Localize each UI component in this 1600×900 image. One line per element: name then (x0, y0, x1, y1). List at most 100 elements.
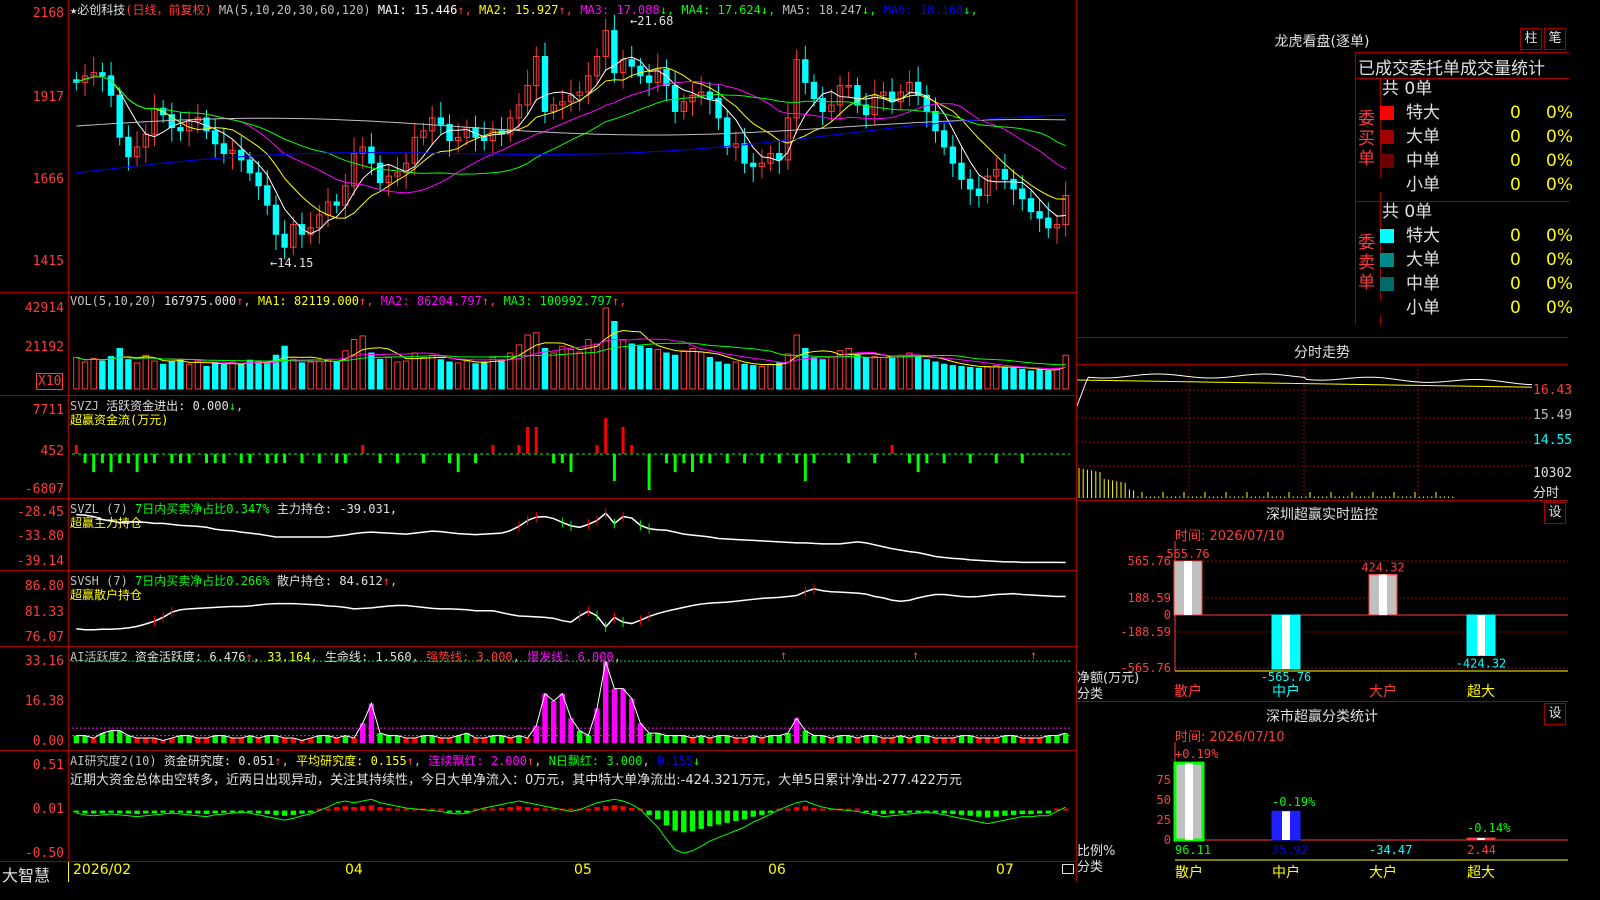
x-label: 06 (768, 862, 786, 878)
sz-stats-cat-label: 分类 (1077, 860, 1104, 875)
stats-value: 96.11 (1175, 843, 1211, 857)
monitor-bar-shine (1282, 615, 1290, 669)
order-count: 0 (1510, 274, 1521, 294)
volume-bar (819, 359, 826, 390)
volume-bar (1053, 367, 1061, 390)
volume-bar (784, 353, 792, 390)
order-row: 中单 0 0% (1380, 272, 1573, 296)
ai-research-chart[interactable] (0, 751, 1076, 861)
stats-category: 大户 (1369, 864, 1397, 881)
sz-monitor-panel[interactable]: 深圳超赢实时监控 设 时间: 2026/07/10 565.76 188.59 0-… (1077, 501, 1568, 702)
research-bar (438, 808, 444, 811)
sz-stats-chart[interactable]: 75 50 25 0 +0.19% -0.19% -0.14% 96.11 35.92 -34.4… (1077, 702, 1568, 882)
intraday-chart[interactable] (1077, 338, 1568, 500)
active-bar (785, 733, 791, 743)
order-pct: 0% (1546, 127, 1573, 147)
volume-bar (151, 360, 158, 390)
candle-body (333, 201, 340, 206)
volume-bar (437, 359, 445, 390)
svzl-pane[interactable]: -28.45 -33.80 -39.14 SVZL (7) 7日内买卖净占比0.… (0, 499, 1076, 571)
volume-bar (715, 361, 722, 390)
active-bar (611, 688, 618, 743)
flow-bar (526, 427, 530, 454)
sz-stats-panel[interactable]: 深市超赢分类统计 设 时间: 2026/07/10 75 50 25 0 +0.19% -… (1077, 702, 1568, 882)
active-bar (620, 688, 626, 743)
active-bar (993, 738, 999, 743)
volume-bar (1027, 370, 1035, 390)
research-bar (203, 810, 210, 815)
active-bar (672, 735, 678, 743)
candlestick-chart[interactable] (0, 0, 1076, 292)
active-bar (984, 738, 991, 743)
flow-bar (92, 454, 96, 472)
candle-body (637, 65, 644, 77)
flow-bar (1020, 454, 1024, 463)
color-swatch (1380, 130, 1394, 144)
volume-bar (975, 367, 983, 390)
flow-bar (777, 454, 781, 463)
candle-body (368, 146, 375, 164)
candle-body (1010, 178, 1017, 190)
svzl-chart[interactable] (0, 499, 1076, 570)
ai-active-pane[interactable]: 33.16 16.38 0.00 AI活跃度2 资金活跃度: 6.476↑, 3… (0, 647, 1076, 751)
active-bar (91, 738, 97, 743)
research-bar (273, 810, 279, 815)
tick-mode-button[interactable]: 笔 (1544, 28, 1566, 50)
x-axis-bar: 大智慧 (0, 862, 1076, 885)
volume-bar (906, 352, 913, 390)
svsh-chart[interactable] (0, 571, 1076, 646)
svsh-pane[interactable]: 86.80 81.33 76.07 SVSH (7) 7日内买卖净占比0.266… (0, 571, 1076, 647)
research-bar (802, 806, 809, 811)
volume-bar (515, 344, 523, 390)
monitor-bar-shine (1184, 561, 1192, 615)
svzj-chart[interactable] (0, 396, 1076, 498)
research-bar (568, 808, 574, 811)
volume-chart[interactable] (0, 293, 1076, 395)
research-bar (785, 808, 791, 811)
volume-bar (203, 366, 210, 390)
candle-body (481, 136, 488, 142)
sz-monitor-chart[interactable]: 565.76188.590-188.59-565.76565.76-565.76… (1077, 501, 1568, 701)
flow-bar (621, 427, 625, 454)
volume-bar (385, 357, 392, 390)
candle-body (888, 91, 896, 103)
sell-total: 共 0单 (1382, 202, 1433, 222)
intraday-panel[interactable]: 分时走势 16.43 15.49 14.55 10302 分时 (1077, 338, 1572, 501)
volume-bar (871, 356, 878, 390)
kline-pane[interactable]: 2168 1917 1666 1415 ★必创科技(日线，前复权) MA(5,1… (0, 0, 1076, 293)
monitor-bar-shine (1379, 574, 1387, 615)
ai-active-chart[interactable]: ↑ ↑ ↑ (0, 647, 1076, 750)
lhb-header: 已成交委托单成交量统计 (1358, 59, 1545, 79)
flow-bar (222, 454, 226, 463)
volume-bar (1001, 366, 1009, 390)
volume-bar (741, 363, 748, 390)
research-bar (750, 810, 756, 817)
active-bar (1062, 733, 1069, 743)
lock-icon[interactable] (1062, 864, 1074, 874)
candle-body (1027, 198, 1035, 213)
research-bar (759, 810, 765, 815)
active-bar (316, 735, 323, 743)
candle-body (246, 159, 254, 174)
volume-bar (724, 363, 731, 390)
candle-body (107, 75, 115, 96)
stats-value: -34.47 (1369, 843, 1412, 857)
order-row: 特大 0 0% (1380, 101, 1573, 125)
svzj-pane[interactable]: 7711 452 -6807 SVZJ 活跃资金进出: 0.000↓, 超赢资金… (0, 396, 1076, 499)
monitor-bar-label: -424.32 (1456, 657, 1507, 671)
ai-research-pane[interactable]: 0.51 0.01 -0.50 AI研究度2(10) 资金研究度: 0.051↑… (0, 751, 1076, 862)
volume-bar (428, 354, 436, 390)
active-bar (394, 735, 401, 743)
order-count: 0 (1510, 298, 1521, 318)
volume-bar (446, 361, 453, 390)
research-bar (134, 810, 140, 815)
volume-bar (394, 361, 401, 390)
high-price-label: ←21.68 (630, 14, 674, 28)
research-line (76, 798, 1066, 854)
active-bar (906, 738, 913, 743)
bar-mode-button[interactable]: 柱 (1520, 28, 1542, 50)
research-bar (160, 810, 166, 813)
flow-bar (968, 454, 972, 463)
volume-pane[interactable]: 42914 21192 X10 VOL(5,10,20) 167975.000↑… (0, 293, 1076, 396)
research-bar (403, 808, 409, 811)
